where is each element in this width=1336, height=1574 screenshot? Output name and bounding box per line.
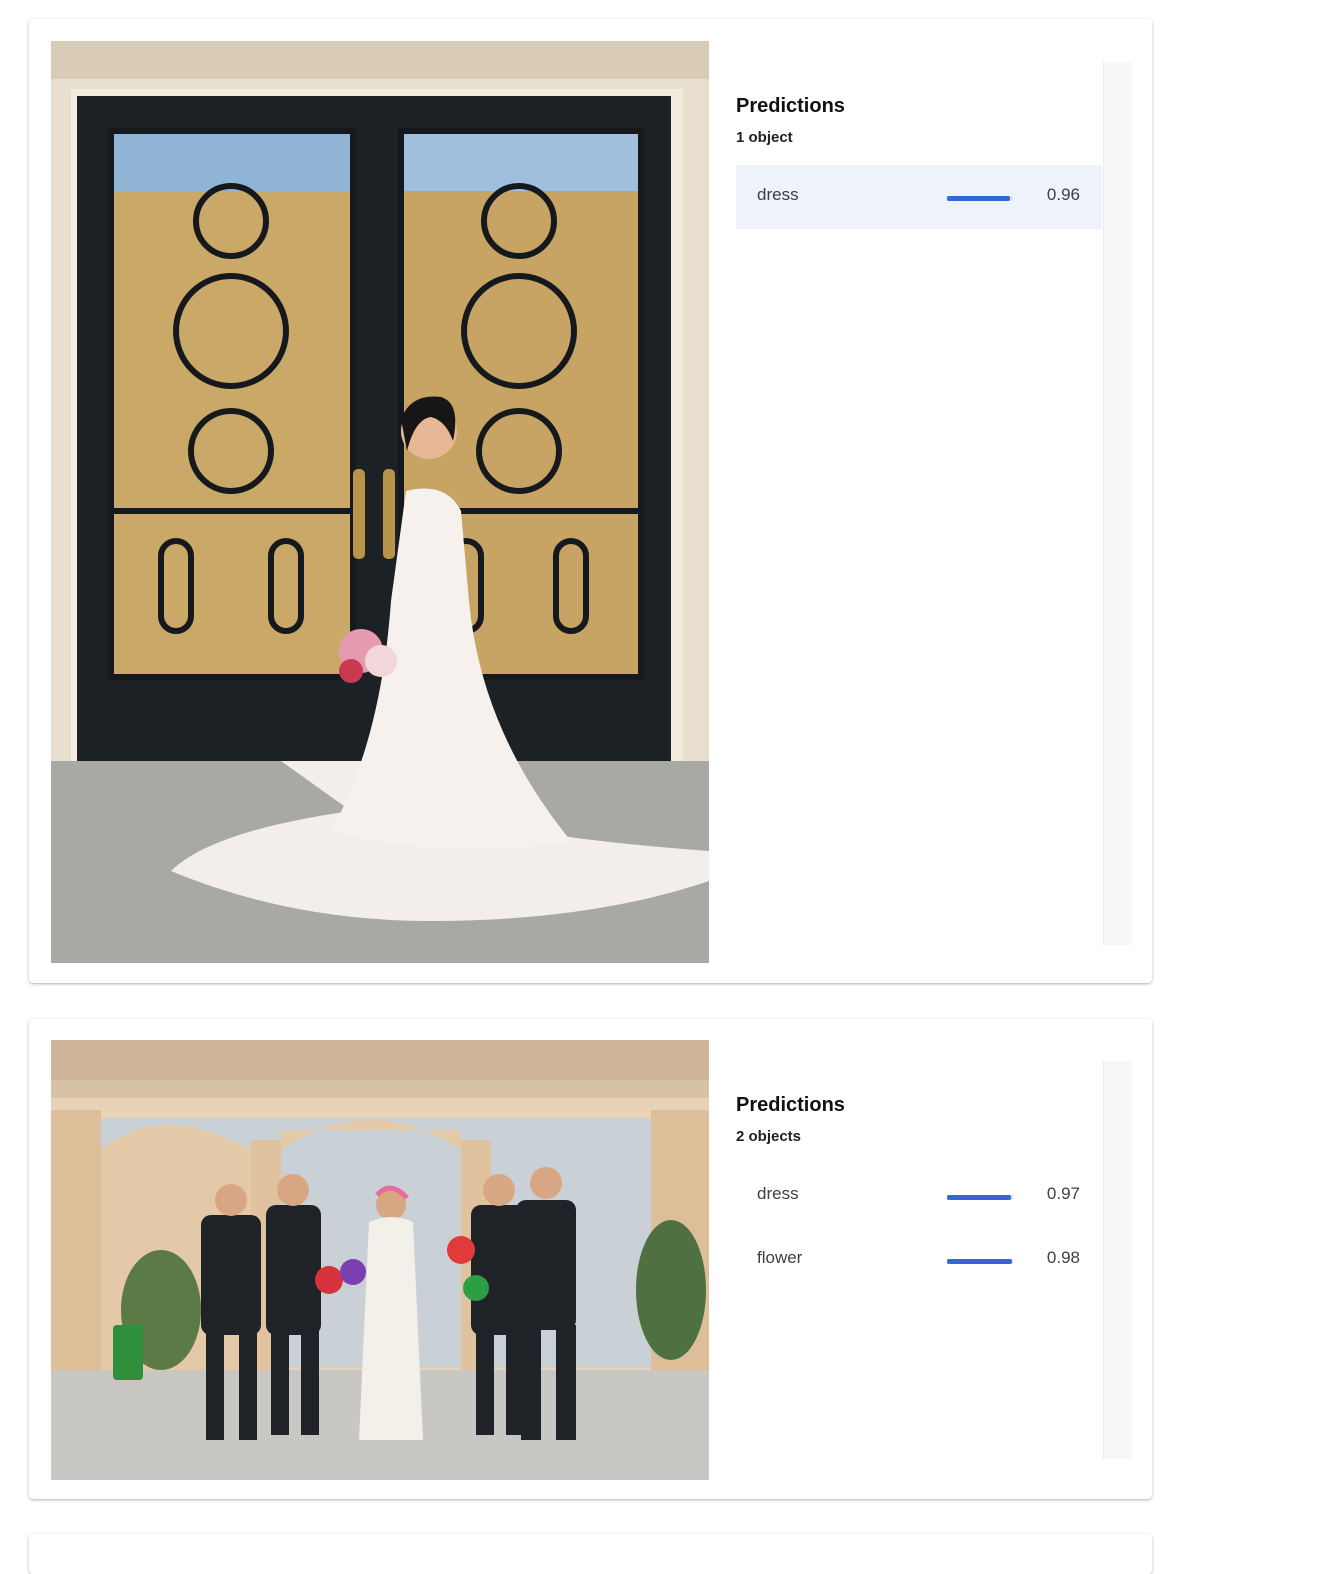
prediction-row-dress[interactable]: dress 0.97 xyxy=(736,1164,1102,1228)
confidence-score: 0.98 xyxy=(1046,1248,1080,1267)
wedding-party-photo xyxy=(51,1040,709,1480)
result-card xyxy=(29,1534,1152,1574)
prediction-label: dress xyxy=(757,185,799,204)
result-image xyxy=(51,41,709,963)
predictions-list: dress 0.96 xyxy=(736,165,1102,229)
scrollbar[interactable] xyxy=(1103,1061,1132,1459)
confidence-bar xyxy=(947,1195,1013,1200)
bride-photo xyxy=(51,41,709,963)
result-card: Predictions 1 object dress 0.96 xyxy=(29,19,1152,983)
result-image xyxy=(51,1040,709,1480)
object-count: 1 object xyxy=(736,129,793,146)
confidence-bar xyxy=(947,1259,1013,1264)
prediction-label: flower xyxy=(757,1248,803,1267)
prediction-row-flower[interactable]: flower 0.98 xyxy=(736,1228,1102,1292)
confidence-score: 0.97 xyxy=(1046,1184,1080,1203)
confidence-bar-fill xyxy=(947,1195,1012,1200)
result-card: Predictions 2 objects dress 0.97 flower … xyxy=(29,1019,1152,1499)
predictions-panel: Predictions 2 objects dress 0.97 flower … xyxy=(736,1019,1152,1499)
predictions-title: Predictions xyxy=(736,95,845,117)
scrollbar[interactable] xyxy=(1103,62,1132,945)
prediction-label: dress xyxy=(757,1184,799,1203)
object-count: 2 objects xyxy=(736,1128,802,1145)
predictions-panel: Predictions 1 object dress 0.96 xyxy=(736,19,1152,983)
confidence-score: 0.96 xyxy=(1046,185,1080,204)
confidence-bar xyxy=(947,196,1013,201)
prediction-row-dress[interactable]: dress 0.96 xyxy=(736,165,1102,229)
predictions-list: dress 0.97 flower 0.98 xyxy=(736,1164,1102,1292)
confidence-bar-fill xyxy=(947,1259,1012,1264)
confidence-bar-fill xyxy=(947,196,1011,201)
predictions-title: Predictions xyxy=(736,1094,845,1116)
